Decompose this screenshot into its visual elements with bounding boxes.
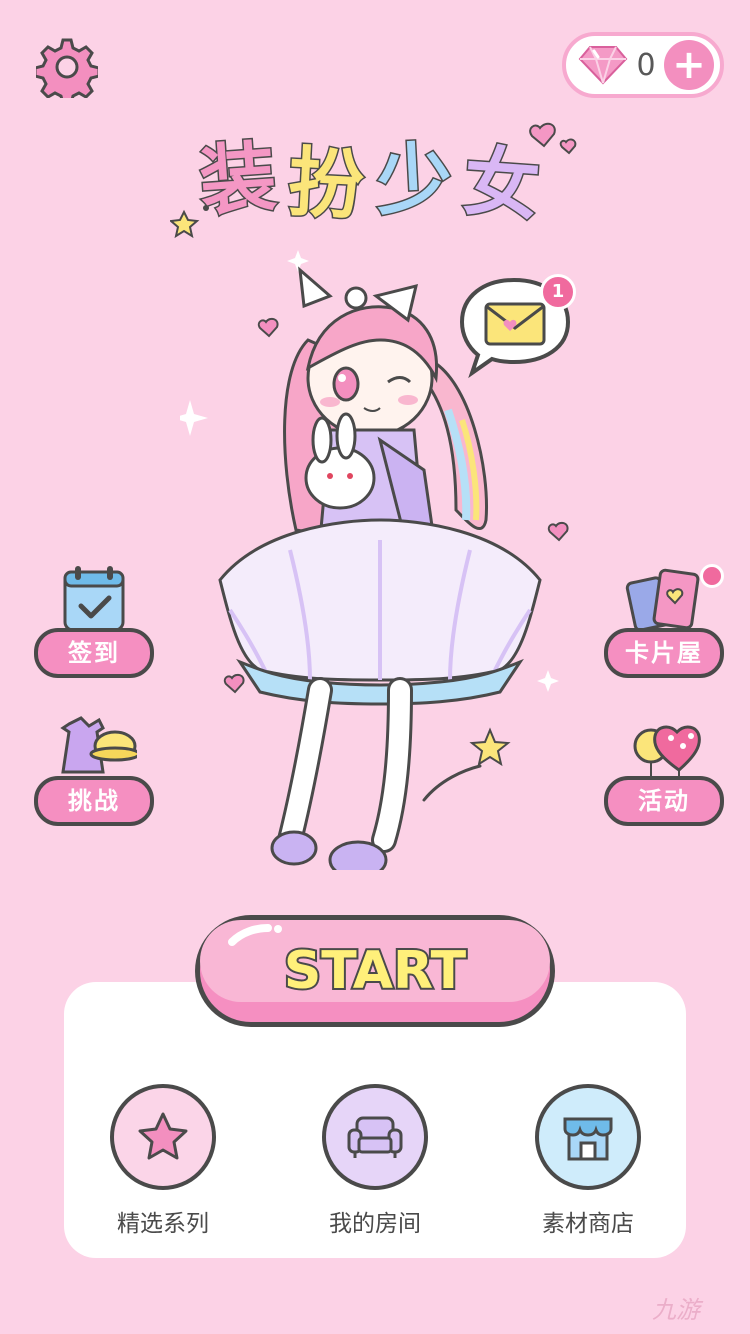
material-shop-icon-circle (535, 1084, 641, 1190)
diamond-icon (578, 46, 628, 85)
clothes-hat-icon (60, 716, 137, 774)
card-house-button[interactable]: 卡片屋 (604, 564, 724, 678)
start-button[interactable]: START (192, 912, 558, 1030)
currency-counter: 0 + (562, 32, 724, 98)
featured-series-label: 精选系列 (117, 1211, 209, 1237)
watermark-logo: 九游 (652, 1290, 736, 1330)
mail-badge-count: 1 (551, 281, 565, 302)
material-shop-label: 素材商店 (542, 1211, 634, 1237)
material-shop-button[interactable]: 素材商店 (508, 1084, 668, 1254)
svg-text:女: 女 (461, 137, 543, 231)
mail-button[interactable]: 1 (452, 272, 578, 380)
svg-text:扮: 扮 (286, 137, 367, 230)
my-room-label: 我的房间 (329, 1211, 421, 1237)
svg-text:少: 少 (374, 133, 455, 226)
gear-icon (33, 38, 101, 106)
sofa-icon (347, 1116, 403, 1158)
mail-badge: 1 (540, 274, 576, 310)
start-label: START (284, 941, 467, 1001)
event-label: 活动 (604, 776, 724, 826)
event-button[interactable]: 活动 (604, 714, 724, 826)
challenge-label: 挑战 (34, 776, 154, 826)
sign-in-label: 签到 (34, 628, 154, 678)
settings-button[interactable] (33, 36, 101, 106)
add-currency-button[interactable]: + (664, 40, 714, 90)
svg-text:装: 装 (197, 132, 279, 226)
card-house-label: 卡片屋 (604, 628, 724, 678)
calendar-check-icon (63, 566, 125, 632)
my-room-button[interactable]: 我的房间 (295, 1084, 455, 1254)
featured-series-icon-circle (110, 1084, 216, 1190)
watermark-text: 九游 (652, 1296, 700, 1324)
star-icon (138, 1112, 188, 1160)
game-title-logo: 装 扮 少 女 (170, 122, 577, 239)
shop-icon (563, 1117, 613, 1161)
plus-icon: + (672, 42, 706, 88)
balloons-icon (633, 725, 701, 782)
featured-series-button[interactable]: 精选系列 (83, 1084, 243, 1254)
currency-count: 0 (636, 47, 656, 83)
card-house-notify-dot (700, 564, 724, 588)
sign-in-button[interactable]: 签到 (34, 566, 154, 678)
challenge-button[interactable]: 挑战 (34, 714, 154, 826)
cards-icon (625, 568, 700, 632)
my-room-icon-circle (322, 1084, 428, 1190)
